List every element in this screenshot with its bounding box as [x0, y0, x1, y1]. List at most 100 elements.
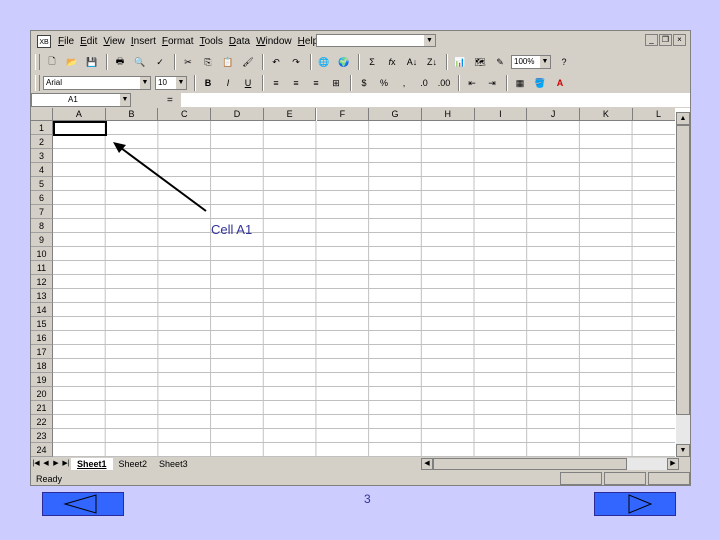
row-header-9[interactable]: 9: [31, 233, 53, 247]
row-header-13[interactable]: 13: [31, 289, 53, 303]
next-slide-button[interactable]: [594, 492, 676, 516]
zoom-select[interactable]: 100% ▼: [511, 55, 551, 69]
fill-color-icon[interactable]: 🪣: [531, 75, 549, 91]
menu-file[interactable]: File: [55, 36, 77, 47]
decrease-indent-icon[interactable]: ⇤: [463, 75, 481, 91]
sort-ascending-icon[interactable]: A↓: [403, 54, 421, 70]
align-left-icon[interactable]: ≡: [267, 75, 285, 91]
column-header-h[interactable]: H: [421, 108, 475, 121]
row-header-2[interactable]: 2: [31, 135, 53, 149]
comma-icon[interactable]: ,: [395, 75, 413, 91]
tab-sheet3[interactable]: Sheet3: [153, 458, 194, 470]
formula-input[interactable]: [181, 93, 690, 107]
menu-window[interactable]: Window: [253, 36, 295, 47]
scroll-left-icon[interactable]: ◀: [421, 458, 433, 470]
open-icon[interactable]: 📂: [63, 54, 81, 70]
column-header-a[interactable]: A: [53, 108, 106, 121]
help-assistant-icon[interactable]: ?: [555, 54, 573, 70]
hyperlink-icon[interactable]: 🌐: [315, 54, 333, 70]
tab-sheet2[interactable]: Sheet2: [113, 458, 154, 470]
currency-icon[interactable]: $: [355, 75, 373, 91]
row-header-10[interactable]: 10: [31, 247, 53, 261]
column-header-g[interactable]: G: [369, 108, 422, 121]
paste-icon[interactable]: 📋: [219, 54, 237, 70]
bold-button[interactable]: B: [199, 75, 217, 91]
row-header-5[interactable]: 5: [31, 177, 53, 191]
column-header-c[interactable]: C: [158, 108, 212, 121]
horizontal-scroll-thumb[interactable]: [433, 458, 627, 470]
align-center-icon[interactable]: ≡: [287, 75, 305, 91]
row-header-6[interactable]: 6: [31, 191, 53, 205]
column-header-j[interactable]: J: [527, 108, 580, 121]
autosum-icon[interactable]: Σ: [363, 54, 381, 70]
web-toolbar-icon[interactable]: 🌍: [335, 54, 353, 70]
row-header-14[interactable]: 14: [31, 303, 53, 317]
vertical-scrollbar[interactable]: ▲ ▼: [676, 112, 690, 457]
active-cell-a1[interactable]: [53, 121, 107, 136]
chevron-down-icon[interactable]: ▼: [424, 35, 435, 46]
row-header-22[interactable]: 22: [31, 415, 53, 429]
previous-slide-button[interactable]: [42, 492, 124, 516]
font-size-select[interactable]: 10 ▼: [155, 76, 187, 90]
save-icon[interactable]: 💾: [83, 54, 101, 70]
row-header-18[interactable]: 18: [31, 359, 53, 373]
menu-insert[interactable]: Insert: [128, 36, 159, 47]
chevron-down-icon[interactable]: ▼: [540, 56, 550, 68]
vertical-scroll-thumb[interactable]: [676, 125, 690, 415]
row-header-23[interactable]: 23: [31, 429, 53, 443]
row-header-15[interactable]: 15: [31, 317, 53, 331]
column-header-l[interactable]: L: [632, 108, 675, 121]
print-icon[interactable]: 🖶: [111, 54, 129, 70]
scroll-down-icon[interactable]: ▼: [676, 444, 690, 457]
function-icon[interactable]: fx: [383, 54, 401, 70]
merge-center-icon[interactable]: ⊞: [327, 75, 345, 91]
row-header-24[interactable]: 24: [31, 443, 53, 457]
scroll-right-icon[interactable]: ▶: [667, 458, 679, 470]
menu-edit[interactable]: Edit: [77, 36, 100, 47]
row-header-3[interactable]: 3: [31, 149, 53, 163]
undo-icon[interactable]: ↶: [267, 54, 285, 70]
column-header-i[interactable]: I: [474, 108, 528, 121]
menu-data[interactable]: Data: [226, 36, 253, 47]
underline-button[interactable]: U: [239, 75, 257, 91]
column-header-e[interactable]: E: [263, 108, 317, 121]
next-sheet-icon[interactable]: ▶: [51, 458, 61, 470]
print-preview-icon[interactable]: 🔍: [131, 54, 149, 70]
toolbar-grip[interactable]: [35, 75, 40, 91]
chevron-down-icon[interactable]: ▼: [176, 77, 186, 89]
drawing-icon[interactable]: ✎: [491, 54, 509, 70]
new-icon[interactable]: 🗋: [43, 54, 61, 70]
formula-equals-sign[interactable]: =: [167, 95, 173, 106]
font-color-icon[interactable]: A: [551, 75, 569, 91]
map-icon[interactable]: 🗺: [471, 54, 489, 70]
horizontal-scrollbar[interactable]: ◀ ▶: [421, 458, 679, 470]
row-header-20[interactable]: 20: [31, 387, 53, 401]
select-all-corner[interactable]: [31, 108, 53, 121]
row-header-1[interactable]: 1: [31, 121, 53, 135]
format-painter-icon[interactable]: 🖌: [239, 54, 257, 70]
tab-sheet1[interactable]: Sheet1: [71, 458, 113, 470]
column-header-f[interactable]: F: [316, 108, 370, 121]
cell-area[interactable]: [53, 121, 675, 457]
menu-tools[interactable]: Tools: [197, 36, 226, 47]
row-header-4[interactable]: 4: [31, 163, 53, 177]
increase-decimal-icon[interactable]: .0: [415, 75, 433, 91]
row-header-16[interactable]: 16: [31, 331, 53, 345]
sort-descending-icon[interactable]: Z↓: [423, 54, 441, 70]
align-right-icon[interactable]: ≡: [307, 75, 325, 91]
cut-icon[interactable]: ✂: [179, 54, 197, 70]
font-name-select[interactable]: Arial ▼: [43, 76, 151, 90]
ask-question-box[interactable]: ▼: [316, 34, 436, 47]
italic-button[interactable]: I: [219, 75, 237, 91]
decrease-decimal-icon[interactable]: .00: [435, 75, 453, 91]
first-sheet-icon[interactable]: |◀: [31, 458, 41, 470]
chevron-down-icon[interactable]: ▼: [140, 77, 150, 89]
row-header-12[interactable]: 12: [31, 275, 53, 289]
restore-button[interactable]: ❐: [659, 34, 672, 46]
spelling-icon[interactable]: ✓: [151, 54, 169, 70]
row-header-21[interactable]: 21: [31, 401, 53, 415]
column-header-d[interactable]: D: [211, 108, 264, 121]
name-box[interactable]: A1 ▼: [31, 93, 131, 107]
row-header-11[interactable]: 11: [31, 261, 53, 275]
last-sheet-icon[interactable]: ▶|: [61, 458, 71, 470]
